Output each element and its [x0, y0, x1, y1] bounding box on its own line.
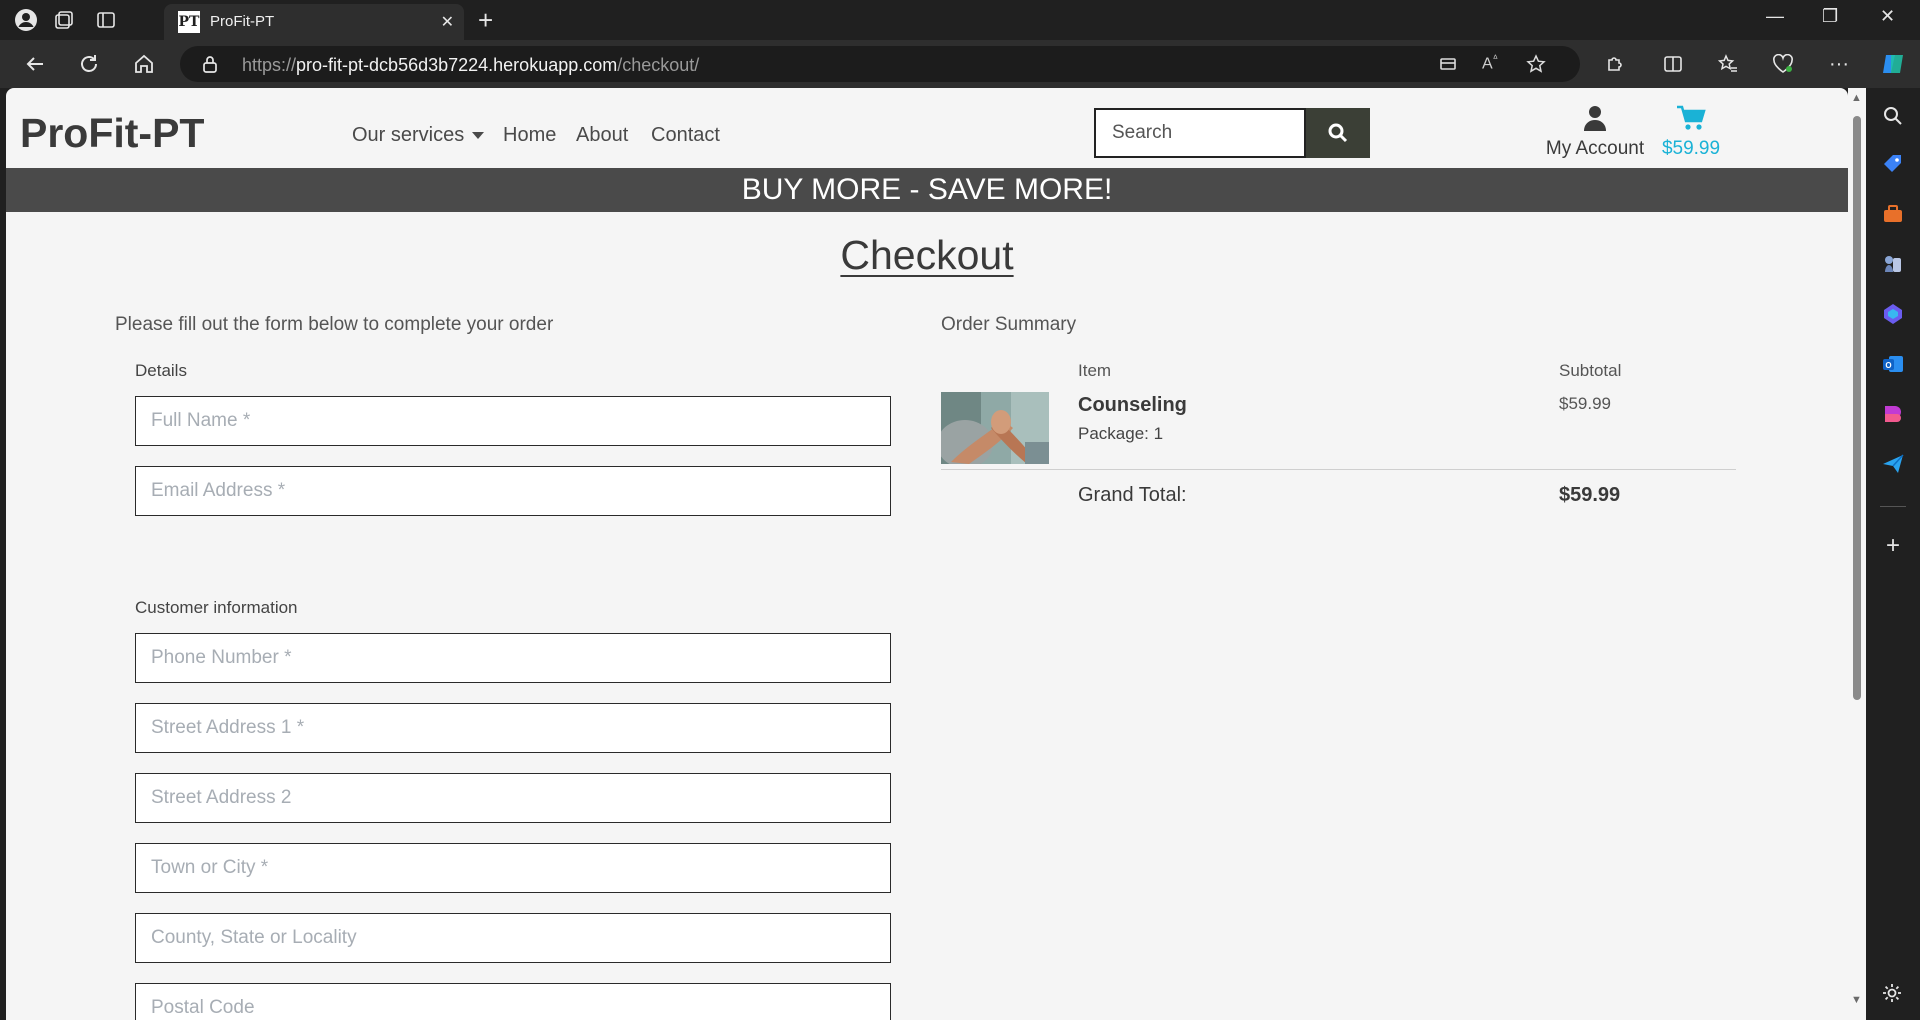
grand-total-label: Grand Total:	[1078, 484, 1187, 506]
town-city-field[interactable]	[135, 843, 891, 893]
games-icon[interactable]	[1881, 252, 1905, 276]
item-thumbnail	[941, 392, 1049, 464]
back-icon[interactable]	[22, 51, 48, 77]
page-title: Checkout	[840, 232, 1014, 278]
nav-home[interactable]: Home	[503, 124, 556, 147]
subtotal-header: Subtotal	[1559, 361, 1622, 380]
read-aloud-icon[interactable]: Aᐞ	[1482, 54, 1498, 73]
user-icon	[1584, 106, 1606, 131]
workspaces-icon[interactable]	[52, 8, 76, 32]
split-screen-icon[interactable]	[1660, 51, 1686, 77]
scroll-thumb[interactable]	[1853, 116, 1861, 700]
email-field[interactable]	[135, 466, 891, 516]
tab-title: ProFit-PT	[210, 13, 275, 30]
street-address-2-field[interactable]	[135, 773, 891, 823]
page-scrollbar[interactable]: ▲ ▼	[1848, 88, 1866, 1020]
sidebar-search-icon[interactable]	[1881, 104, 1905, 128]
search-input[interactable]	[1094, 108, 1306, 158]
cart-link[interactable]: $59.99	[1646, 104, 1736, 160]
home-icon[interactable]	[131, 51, 157, 77]
sidebar-divider	[1880, 506, 1906, 507]
copilot-sidebar-icon[interactable]	[1881, 302, 1905, 326]
cart-total: $59.99	[1661, 138, 1721, 159]
settings-icon[interactable]	[1881, 982, 1905, 1006]
customer-info-label: Customer information	[135, 598, 298, 617]
page-viewport: ProFit-PT Our services Home About Contac…	[6, 88, 1848, 1020]
site-logo[interactable]: ProFit-PT	[20, 110, 204, 157]
immersive-reader-icon[interactable]	[1438, 54, 1458, 79]
restore-icon[interactable]: ❐	[1822, 6, 1838, 27]
nav-our-services[interactable]: Our services	[352, 124, 485, 147]
promo-banner: BUY MORE - SAVE MORE!	[6, 168, 1848, 212]
my-account-link[interactable]: My Account	[1524, 104, 1666, 160]
shopping-tag-icon[interactable]	[1881, 152, 1905, 176]
more-icon[interactable]: ···	[1826, 51, 1852, 77]
summary-divider	[941, 469, 1736, 470]
favorites-icon[interactable]	[1715, 51, 1741, 77]
scroll-up-icon[interactable]: ▲	[1851, 92, 1862, 104]
tab-actions-icon[interactable]	[94, 8, 118, 32]
close-window-icon[interactable]: ✕	[1880, 6, 1895, 27]
active-tab[interactable]: PT ProFit-PT ✕	[164, 4, 464, 40]
minimize-icon[interactable]: —	[1766, 6, 1784, 27]
street-address-1-field[interactable]	[135, 703, 891, 753]
postal-code-field[interactable]	[135, 983, 891, 1020]
form-intro: Please fill out the form below to comple…	[115, 314, 554, 335]
extensions-icon[interactable]	[1602, 51, 1628, 77]
new-tab-icon[interactable]: +	[478, 6, 493, 34]
address-bar[interactable]: https://pro-fit-pt-dcb56d3b7224.herokuap…	[180, 46, 1580, 82]
copilot-icon[interactable]	[1880, 51, 1906, 77]
scroll-down-icon[interactable]: ▼	[1851, 994, 1862, 1006]
item-subtotal: $59.99	[1559, 394, 1611, 413]
url-text: https://pro-fit-pt-dcb56d3b7224.herokuap…	[242, 55, 700, 75]
item-name: Counseling	[1078, 394, 1187, 416]
add-sidebar-app-icon[interactable]: +	[1881, 534, 1905, 558]
details-label: Details	[135, 361, 187, 380]
browser-tab-bar: PT ProFit-PT ✕ + — ❐ ✕	[0, 0, 1920, 40]
browser-sidebar: O +	[1866, 88, 1920, 1020]
full-name-field[interactable]	[135, 396, 891, 446]
close-tab-icon[interactable]: ✕	[441, 12, 454, 32]
order-summary-title: Order Summary	[941, 314, 1077, 335]
county-field[interactable]	[135, 913, 891, 963]
nav-about[interactable]: About	[576, 124, 628, 147]
cart-icon	[1677, 105, 1706, 130]
profile-icon[interactable]	[14, 8, 38, 32]
refresh-icon[interactable]	[76, 51, 102, 77]
nav-contact[interactable]: Contact	[651, 124, 720, 147]
item-header: Item	[1078, 361, 1112, 380]
lock-icon[interactable]	[202, 55, 218, 78]
designer-icon[interactable]	[1881, 402, 1905, 426]
tab-favicon: PT	[178, 11, 200, 33]
my-account-label: My Account	[1545, 138, 1645, 159]
star-icon[interactable]	[1526, 54, 1546, 79]
heart-pulse-icon[interactable]	[1770, 51, 1796, 77]
send-icon[interactable]	[1881, 452, 1905, 476]
grand-total-value: $59.99	[1559, 484, 1621, 506]
phone-field[interactable]	[135, 633, 891, 683]
browser-toolbar: https://pro-fit-pt-dcb56d3b7224.herokuap…	[0, 40, 1920, 88]
search-icon	[1328, 123, 1348, 143]
search-button[interactable]	[1306, 108, 1370, 158]
tools-icon[interactable]	[1881, 202, 1905, 226]
svg-text:O: O	[1885, 361, 1891, 370]
item-package: Package: 1	[1078, 424, 1164, 443]
outlook-icon[interactable]: O	[1881, 352, 1905, 376]
caret-down-icon	[472, 132, 485, 140]
